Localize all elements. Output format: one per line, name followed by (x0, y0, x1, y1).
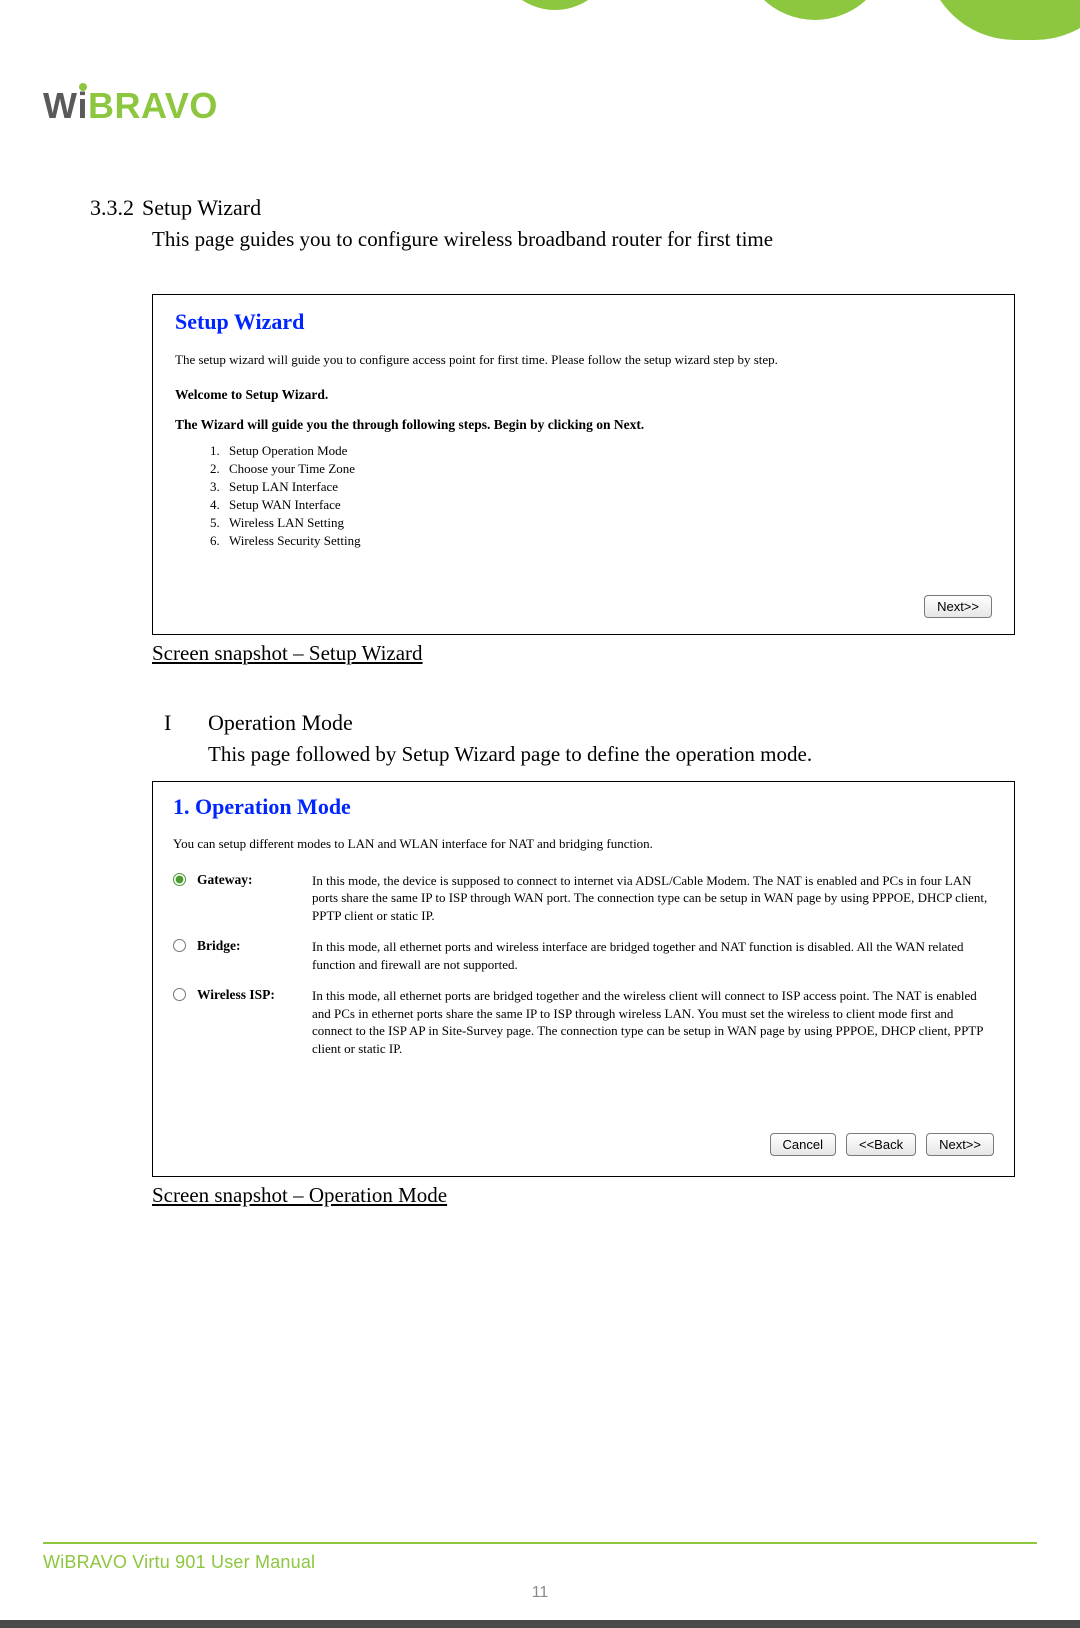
section-description: This page guides you to configure wirele… (152, 227, 1015, 252)
wizard-step: Choose your Time Zone (223, 461, 992, 477)
wizard-steps-list: Setup Operation Mode Choose your Time Zo… (223, 443, 992, 549)
next-button[interactable]: Next>> (924, 595, 992, 618)
wizard-guide-text: The Wizard will guide you the through fo… (175, 417, 992, 433)
wizard-title: Setup Wizard (175, 309, 992, 335)
gateway-radio[interactable] (173, 873, 186, 886)
opmode-intro-text: You can setup different modes to LAN and… (173, 836, 994, 852)
logo-part-bravo: BRAVO (88, 85, 218, 127)
subsection-letter: I (164, 710, 208, 736)
logo-part-i: i (77, 85, 88, 127)
wireless-isp-label: Wireless ISP: (197, 987, 312, 1003)
setup-wizard-screenshot: Setup Wizard The setup wizard will guide… (152, 294, 1015, 635)
wizard-step: Setup LAN Interface (223, 479, 992, 495)
section-number: 3.3.2 (90, 195, 142, 221)
wireless-isp-radio[interactable] (173, 988, 186, 1001)
bridge-label: Bridge: (197, 938, 312, 954)
ornament-blob-1 (495, 0, 615, 10)
ornament-blob-2 (740, 0, 890, 20)
figure-caption-1: Screen snapshot – Setup Wizard (152, 641, 1015, 666)
bottom-bar (0, 1620, 1080, 1628)
wizard-intro-text: The setup wizard will guide you to confi… (175, 351, 992, 369)
footer-rule (43, 1542, 1037, 1544)
brand-logo: WiBRAVO (43, 85, 218, 127)
opmode-title: 1. Operation Mode (173, 794, 994, 820)
wizard-step: Wireless LAN Setting (223, 515, 992, 531)
gateway-label: Gateway: (197, 872, 312, 888)
wizard-step: Setup WAN Interface (223, 497, 992, 513)
logo-part-w: W (43, 85, 77, 127)
subsection-title: Operation Mode (208, 710, 353, 736)
subsection-description: This page followed by Setup Wizard page … (208, 742, 1015, 767)
back-button[interactable]: <<Back (846, 1133, 916, 1156)
page-number: 11 (532, 1584, 549, 1602)
next-button[interactable]: Next>> (926, 1133, 994, 1156)
gateway-description: In this mode, the device is supposed to … (312, 872, 994, 925)
footer-text: WiBRAVO Virtu 901 User Manual (43, 1552, 315, 1573)
bridge-radio[interactable] (173, 939, 186, 952)
bridge-description: In this mode, all ethernet ports and wir… (312, 938, 994, 973)
figure-caption-2: Screen snapshot – Operation Mode (152, 1183, 1015, 1208)
wireless-isp-description: In this mode, all ethernet ports are bri… (312, 987, 994, 1057)
operation-mode-screenshot: 1. Operation Mode You can setup differen… (152, 781, 1015, 1178)
cancel-button[interactable]: Cancel (770, 1133, 836, 1156)
header-ornament (0, 0, 1080, 60)
wizard-step: Wireless Security Setting (223, 533, 992, 549)
ornament-blob-3 (925, 0, 1080, 40)
wizard-step: Setup Operation Mode (223, 443, 992, 459)
section-title: Setup Wizard (142, 195, 261, 221)
wizard-welcome-text: Welcome to Setup Wizard. (175, 387, 992, 403)
